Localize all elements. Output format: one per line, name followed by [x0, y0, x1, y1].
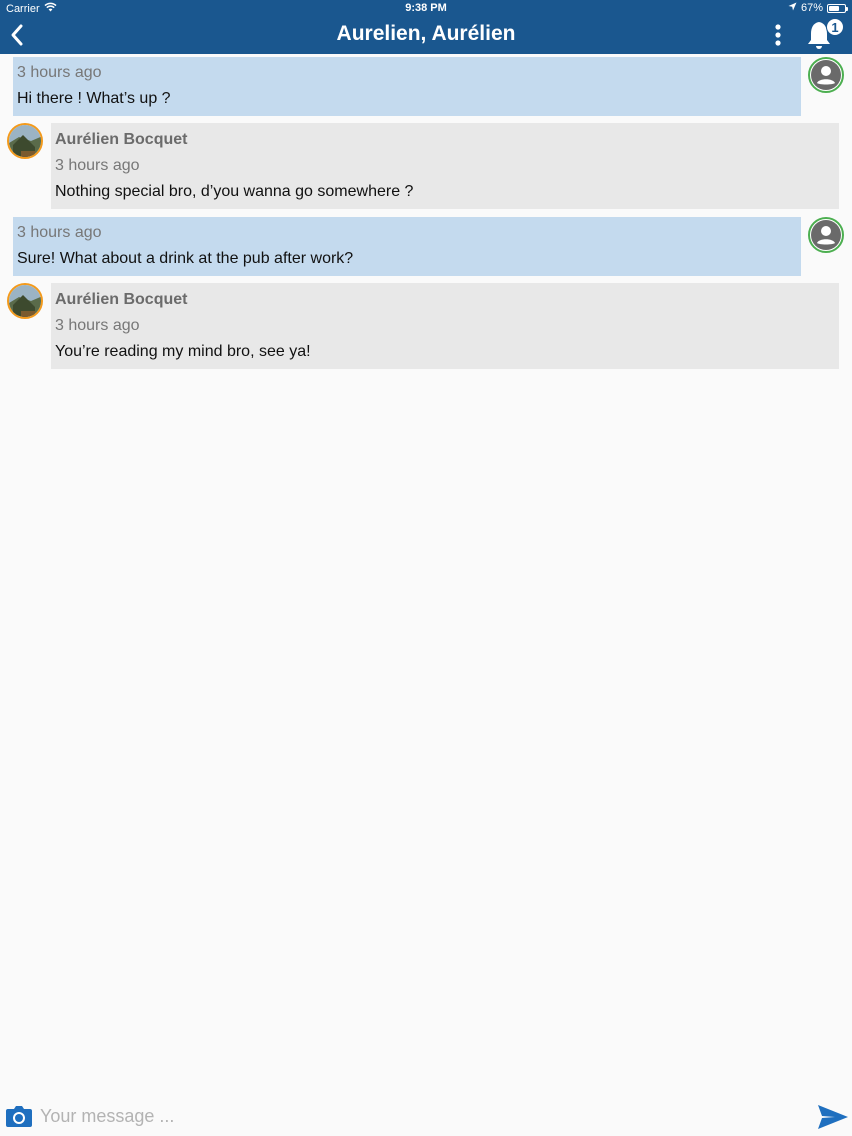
- notifications-button[interactable]: 1: [806, 18, 846, 50]
- navigation-bar: Carrier 9:38 PM 67% Aurelien, Aurélien 1: [0, 0, 852, 54]
- avatar[interactable]: [808, 217, 844, 253]
- message-time: 3 hours ago: [55, 317, 140, 334]
- message-text: Hi there ! What’s up ?: [17, 90, 171, 107]
- avatar[interactable]: [808, 57, 844, 93]
- user-icon: [811, 220, 841, 250]
- message-text: You’re reading my mind bro, see ya!: [55, 343, 311, 360]
- message-outgoing: 3 hours ago Sure! What about a drink at …: [13, 217, 801, 276]
- message-composer: [0, 1096, 852, 1136]
- send-icon: [818, 1105, 848, 1129]
- notification-badge: 1: [826, 18, 844, 36]
- page-title: Aurelien, Aurélien: [336, 22, 516, 45]
- message-incoming: Aurélien Bocquet 3 hours ago You’re read…: [51, 283, 839, 369]
- message-outgoing: 3 hours ago Hi there ! What’s up ?: [13, 57, 801, 116]
- location-arrow-icon: [788, 2, 797, 14]
- camera-icon: [6, 1106, 32, 1127]
- message-input[interactable]: [40, 1102, 800, 1130]
- message-incoming: Aurélien Bocquet 3 hours ago Nothing spe…: [51, 123, 839, 209]
- battery-level: [829, 5, 840, 11]
- avatar[interactable]: [7, 123, 43, 159]
- battery-percent: 67%: [800, 2, 823, 14]
- more-options-button[interactable]: [772, 22, 784, 48]
- battery-icon: [827, 3, 848, 13]
- message-time: 3 hours ago: [55, 157, 140, 174]
- message-author: Aurélien Bocquet: [55, 291, 188, 308]
- more-vertical-icon: [775, 24, 781, 46]
- message-author: Aurélien Bocquet: [55, 131, 188, 148]
- message-text: Sure! What about a drink at the pub afte…: [17, 250, 354, 267]
- message-time: 3 hours ago: [17, 64, 102, 81]
- profile-photo: [9, 125, 41, 157]
- status-bar: Carrier 9:38 PM 67%: [0, 0, 852, 17]
- status-time: 9:38 PM: [405, 2, 447, 14]
- message-time: 3 hours ago: [17, 224, 102, 241]
- camera-button[interactable]: [5, 1104, 33, 1128]
- avatar[interactable]: [7, 283, 43, 319]
- message-text: Nothing special bro, d’you wanna go some…: [55, 183, 414, 200]
- send-button[interactable]: [817, 1104, 849, 1130]
- user-icon: [811, 60, 841, 90]
- profile-photo: [9, 285, 41, 317]
